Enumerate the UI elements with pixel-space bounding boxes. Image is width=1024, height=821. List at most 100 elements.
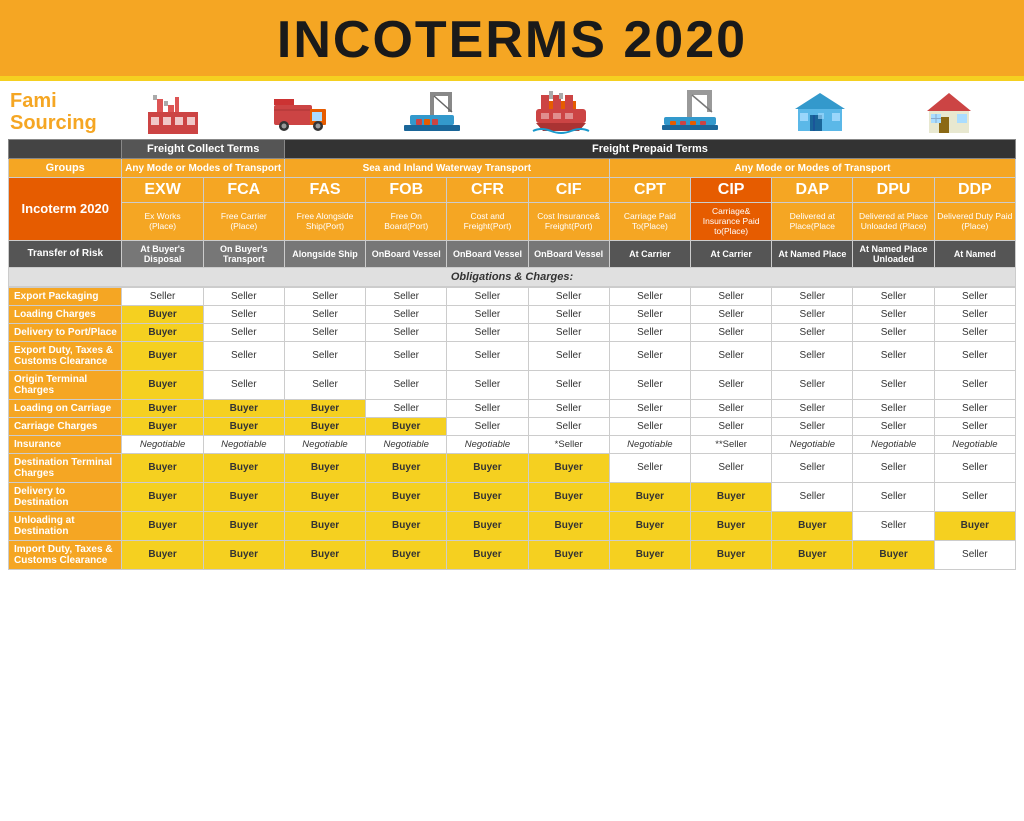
cell-value: Buyer [366, 540, 447, 569]
cell-value: Seller [366, 399, 447, 417]
cell-value: Buyer [122, 305, 203, 323]
cell-value: Negotiable [284, 435, 365, 453]
truck-icon-cell [262, 87, 342, 137]
cell-value: Buyer [122, 323, 203, 341]
title-bar: INCOTERMS 2020 [0, 0, 1024, 81]
code-cip: CIP [691, 178, 772, 203]
cell-value: Buyer [284, 511, 365, 540]
cell-value: Seller [284, 305, 365, 323]
cell-value: Seller [609, 323, 690, 341]
cell-value: Buyer [203, 482, 284, 511]
cell-value: Seller [934, 287, 1015, 305]
table-row: Loading on CarriageBuyerBuyerBuyerSeller… [9, 399, 1016, 417]
cell-value: Seller [772, 287, 853, 305]
subname-fob: Free On Board(Port) [366, 203, 447, 241]
logo-fami: Fami [10, 90, 57, 112]
cell-value: Buyer [691, 511, 772, 540]
code-ddp: DDP [934, 178, 1015, 203]
transport-sea: Sea and Inland Waterway Transport [284, 159, 609, 178]
cell-value: Seller [853, 482, 934, 511]
row-label: Loading Charges [9, 305, 122, 323]
warehouse-icon-cell [780, 87, 860, 137]
subname-exw: Ex Works(Place) [122, 203, 203, 241]
code-cfr: CFR [447, 178, 528, 203]
row-label: Carriage Charges [9, 417, 122, 435]
cell-value: Seller [366, 323, 447, 341]
cell-value: Seller [528, 287, 609, 305]
cell-value: Seller [447, 399, 528, 417]
cell-value: Buyer [122, 482, 203, 511]
cell-value: Buyer [609, 540, 690, 569]
row-label: Export Duty, Taxes & Customs Clearance [9, 341, 122, 370]
cell-value: Seller [528, 305, 609, 323]
cell-value: Seller [691, 323, 772, 341]
cell-value: Buyer [203, 399, 284, 417]
risk-cip: At Carrier [691, 240, 772, 267]
risk-cpt: At Carrier [609, 240, 690, 267]
cell-value: Seller [934, 341, 1015, 370]
cell-value: Seller [934, 399, 1015, 417]
cell-value: Buyer [691, 540, 772, 569]
cell-value: Buyer [772, 540, 853, 569]
cell-value: Buyer [203, 511, 284, 540]
cell-value: Negotiable [203, 435, 284, 453]
subname-fas: Free Alongside Ship(Port) [284, 203, 365, 241]
transport-any2: Any Mode or Modes of Transport [609, 159, 1015, 178]
cell-value: Seller [772, 453, 853, 482]
code-exw: EXW [122, 178, 203, 203]
cell-value: Seller [772, 399, 853, 417]
cell-value: Buyer [284, 482, 365, 511]
subname-cfr: Cost and Freight(Port) [447, 203, 528, 241]
factory-icon-cell [133, 87, 213, 137]
crane-icon-cell [650, 87, 730, 137]
cell-value: Negotiable [853, 435, 934, 453]
logo-sourcing: Sourcing [10, 112, 97, 134]
cell-value: Seller [691, 417, 772, 435]
cell-value: Seller [772, 323, 853, 341]
row-label: Import Duty, Taxes & Customs Clearance [9, 540, 122, 569]
cell-value: Buyer [447, 482, 528, 511]
cell-value: Buyer [366, 453, 447, 482]
cell-value: Seller [934, 370, 1015, 399]
row-label: Loading on Carriage [9, 399, 122, 417]
cell-value: Seller [366, 305, 447, 323]
freight-collect-header: Freight Collect Terms [122, 140, 284, 159]
row-label: Origin Terminal Charges [9, 370, 122, 399]
cell-value: Seller [122, 287, 203, 305]
cell-value: Seller [691, 370, 772, 399]
cell-value: Seller [934, 305, 1015, 323]
subnames-row: Ex Works(Place) Free Carrier(Place) Free… [9, 203, 1016, 241]
cell-value: Buyer [934, 511, 1015, 540]
cell-value: Seller [853, 511, 934, 540]
cell-value: **Seller [691, 435, 772, 453]
cell-value: Seller [691, 287, 772, 305]
cell-value: Buyer [447, 453, 528, 482]
cell-value: Seller [366, 341, 447, 370]
code-dpu: DPU [853, 178, 934, 203]
table-row: InsuranceNegotiableNegotiableNegotiableN… [9, 435, 1016, 453]
cell-value: Seller [691, 341, 772, 370]
cell-value: Seller [934, 323, 1015, 341]
cell-value: Buyer [122, 511, 203, 540]
code-cpt: CPT [609, 178, 690, 203]
cell-value: Seller [203, 323, 284, 341]
cell-value: Seller [284, 370, 365, 399]
table-row: Carriage ChargesBuyerBuyerBuyerBuyerSell… [9, 417, 1016, 435]
cell-value: Buyer [853, 540, 934, 569]
risk-fob: OnBoard Vessel [366, 240, 447, 267]
cell-value: Seller [203, 287, 284, 305]
cell-value: Seller [447, 323, 528, 341]
cell-value: Seller [853, 417, 934, 435]
cell-value: Seller [934, 417, 1015, 435]
subname-dap: Delivered at Place(Place [772, 203, 853, 241]
ship-icon [531, 87, 591, 137]
cell-value: Buyer [609, 511, 690, 540]
cell-value: Seller [609, 305, 690, 323]
cell-value: Buyer [772, 511, 853, 540]
cell-value: Seller [203, 305, 284, 323]
cell-value: Seller [691, 305, 772, 323]
cell-value: Seller [447, 287, 528, 305]
cell-value: Buyer [122, 453, 203, 482]
logo-icons-row: Fami Sourcing [0, 81, 1024, 139]
cell-value: Buyer [528, 453, 609, 482]
